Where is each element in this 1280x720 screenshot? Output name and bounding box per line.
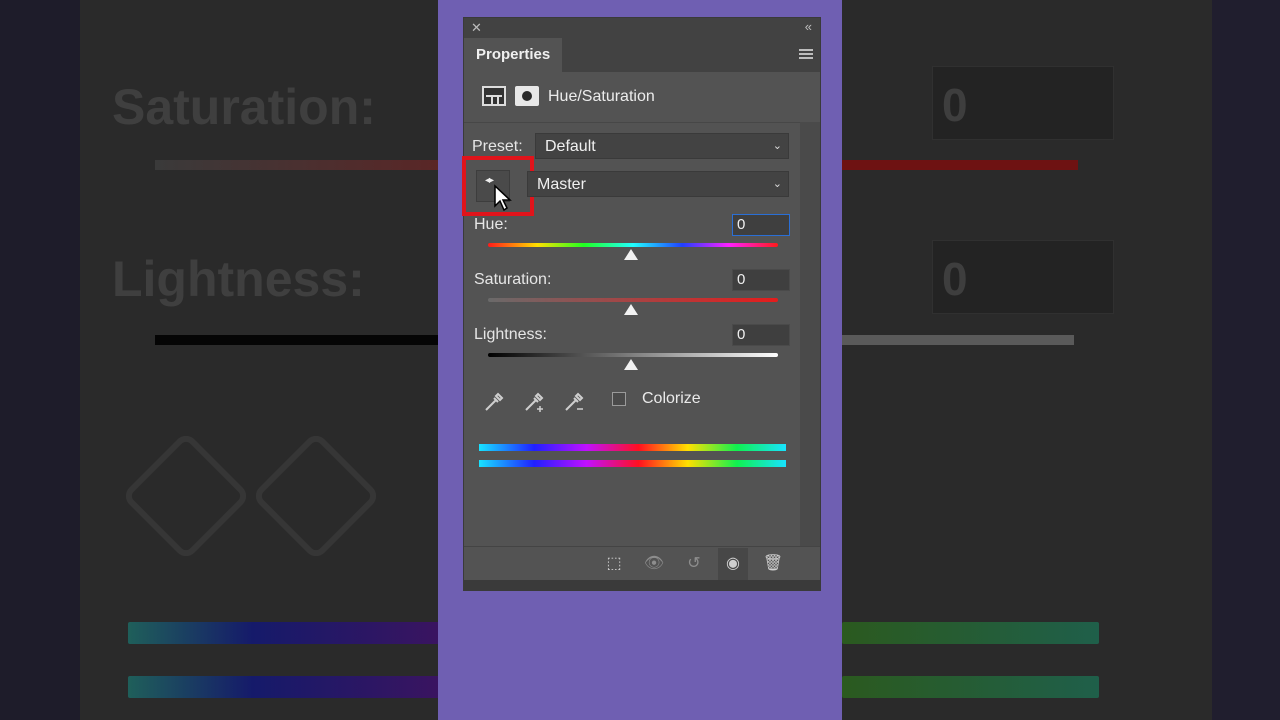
color-spectrum-bar-bottom	[479, 460, 786, 467]
hue-label: Hue:	[474, 216, 508, 233]
background-edge-left	[0, 0, 80, 720]
panel-tab-row: Properties	[464, 38, 820, 72]
bg-saturation-track-right	[842, 160, 1078, 170]
lightness-input[interactable]: 0	[732, 324, 790, 346]
lightness-label: Lightness:	[474, 326, 547, 343]
close-icon[interactable]: ✕	[471, 20, 482, 36]
eyedropper-icon[interactable]	[482, 390, 506, 414]
bg-spectrum-top	[128, 622, 440, 644]
panel-footer-bottom	[464, 580, 820, 591]
background-left-area: Saturation: Lightness:	[80, 0, 440, 720]
bg-saturation-track	[155, 160, 440, 170]
hue-input[interactable]: 0	[732, 214, 790, 236]
background-edge-right	[1212, 0, 1280, 720]
hand-cursor-icon	[494, 184, 512, 212]
bg-spectrum-bottom-right	[842, 676, 1099, 698]
adjustment-header: Hue/Saturation	[464, 74, 820, 123]
hue-slider-thumb[interactable]	[624, 249, 638, 260]
reset-icon[interactable]: ↺	[683, 554, 705, 574]
bg-saturation-value: 0	[942, 79, 968, 131]
bg-lightness-label: Lightness:	[112, 251, 365, 307]
bg-spectrum-bottom	[128, 676, 440, 698]
bg-eyedropper-plus-icon	[250, 430, 382, 562]
eyedropper-plus-icon[interactable]	[522, 390, 546, 414]
bg-eyedropper-icon	[120, 430, 252, 562]
adjustment-name: Hue/Saturation	[548, 88, 655, 105]
mask-icon[interactable]	[515, 86, 539, 106]
lightness-slider-track[interactable]	[488, 353, 778, 357]
clip-to-layer-icon[interactable]: ⬚	[603, 554, 625, 574]
saturation-input[interactable]: 0	[732, 269, 790, 291]
bg-lightness-track-right	[842, 335, 1074, 345]
chevron-down-icon: ⌄	[772, 140, 782, 152]
adjustment-layer-icon[interactable]	[482, 86, 506, 106]
colorize-label: Colorize	[642, 390, 701, 407]
visibility-eye-icon[interactable]: ◉	[718, 548, 748, 580]
saturation-label: Saturation:	[474, 271, 552, 288]
panel-footer: ⬚ 👁 ↺ ◉ 🗑	[464, 546, 820, 581]
preset-label: Preset:	[472, 138, 523, 155]
panel-titlebar: ✕ «	[464, 18, 820, 38]
preset-value: Default	[545, 138, 596, 155]
colorize-checkbox[interactable]	[612, 392, 626, 406]
bg-lightness-track	[155, 335, 440, 345]
panel-menu-icon[interactable]	[799, 49, 813, 60]
color-spectrum-bar-top	[479, 444, 786, 451]
saturation-slider-thumb[interactable]	[624, 304, 638, 315]
saturation-slider-track[interactable]	[488, 298, 778, 302]
properties-panel: ✕ « Properties Hue/Saturation Preset: De…	[462, 17, 821, 591]
lightness-slider-thumb[interactable]	[624, 359, 638, 370]
view-previous-state-icon[interactable]: 👁	[643, 554, 665, 574]
bg-saturation-label: Saturation:	[112, 79, 376, 135]
bg-lightness-value: 0	[942, 253, 968, 305]
collapse-icon[interactable]: «	[805, 19, 812, 34]
channel-dropdown[interactable]: Master ⌄	[527, 171, 789, 197]
trash-icon[interactable]: 🗑	[762, 554, 784, 574]
preset-dropdown[interactable]: Default ⌄	[535, 133, 789, 159]
panel-scrollbar[interactable]	[800, 122, 820, 547]
hue-slider-track[interactable]	[488, 243, 778, 247]
eyedropper-minus-icon[interactable]	[562, 390, 586, 414]
bg-spectrum-top-right	[842, 622, 1099, 644]
channel-value: Master	[537, 176, 586, 193]
chevron-down-icon: ⌄	[772, 178, 782, 190]
tab-properties[interactable]: Properties	[464, 38, 562, 72]
background-right-area: 0 0	[842, 0, 1212, 720]
